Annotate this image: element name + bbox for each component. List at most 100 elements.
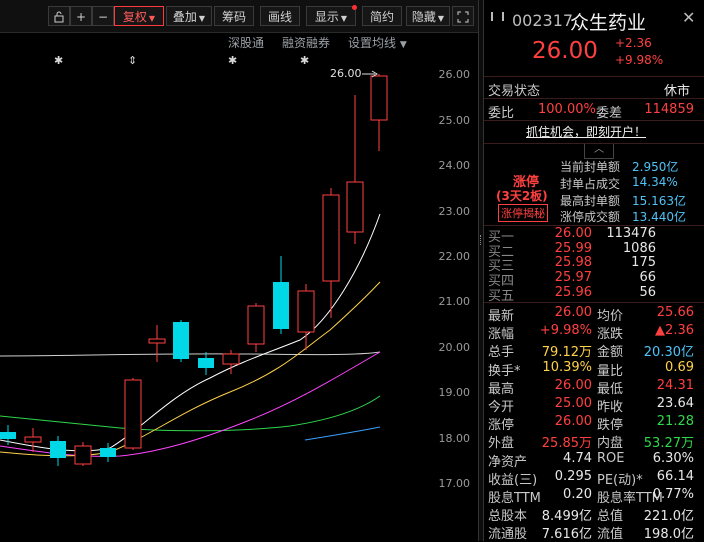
- bid-price: 26.00: [554, 226, 592, 241]
- open-account-link[interactable]: 抓住机会，即刻开户！: [526, 123, 646, 140]
- stat-value: 53.27万: [643, 436, 694, 452]
- limit-row-value: 15.163亿: [632, 194, 686, 208]
- fullscreen-icon[interactable]: [452, 6, 474, 26]
- candle: [346, 181, 364, 233]
- weibi-label: 委比: [488, 106, 515, 121]
- candle: [198, 358, 214, 368]
- stat-value: +9.98%: [539, 323, 592, 339]
- limit-row-value: 13.440亿: [632, 210, 686, 224]
- candle: [100, 448, 116, 457]
- stat-label: ROE: [597, 450, 625, 466]
- stat-label: 外盘: [488, 436, 515, 452]
- candles: [0, 74, 388, 466]
- stat-label: 均价: [597, 309, 624, 324]
- splitter-grip-icon[interactable]: [480, 235, 483, 245]
- stat-label: 最高: [488, 381, 515, 397]
- stat-label: 净资产: [488, 454, 528, 470]
- pause-icon[interactable]: [491, 12, 504, 21]
- axis-tick: 20.00: [438, 341, 471, 354]
- price-change: +2.36: [615, 36, 652, 50]
- stat-label: 换手*: [488, 363, 521, 379]
- ma-line-60: [0, 351, 381, 357]
- stat-value: 10.39%: [542, 359, 592, 375]
- limit-row-label: 最高封单额: [560, 194, 621, 208]
- ma-line-120: [304, 426, 381, 441]
- weicha-label: 委差: [596, 106, 623, 121]
- price-change-pct: +9.98%: [615, 53, 664, 67]
- candle: [173, 322, 189, 359]
- candle: [322, 194, 340, 282]
- price-axis: 26.00 25.00 24.00 23.00 22.00 21.00 20.0…: [420, 32, 478, 541]
- candle: [0, 432, 16, 439]
- stat-value: 4.74: [563, 450, 592, 466]
- candle: [24, 436, 42, 443]
- divider: [484, 302, 704, 303]
- bid-price: 25.97: [554, 270, 592, 285]
- stat-label: 涨幅: [488, 327, 515, 343]
- axis-tick: 26.00: [438, 68, 471, 81]
- axis-tick: 24.00: [438, 159, 471, 172]
- bid-volume: 113476: [606, 226, 656, 241]
- stat-label: 总手: [488, 345, 515, 361]
- stock-name: 众生药业: [570, 12, 647, 34]
- stat-value: 25.00: [554, 396, 592, 411]
- stat-value: 198.0亿: [643, 527, 694, 542]
- stat-label: 总股本: [488, 509, 528, 525]
- stat-label: 总值: [597, 509, 624, 525]
- axis-tick: 22.00: [438, 250, 471, 263]
- stat-value: 21.28: [656, 414, 694, 430]
- stat-value: 0.295: [554, 468, 592, 484]
- divider: [484, 98, 704, 99]
- stat-label: 涨跌: [597, 327, 624, 343]
- candle: [50, 441, 66, 458]
- stat-label: 最新: [488, 309, 515, 324]
- stat-value: 26.00: [554, 305, 592, 320]
- weibi-value: 100.00%: [538, 102, 596, 117]
- status-value: 休市: [664, 84, 691, 99]
- bid-volume: 175: [631, 255, 656, 270]
- limit-up-reveal-button[interactable]: 涨停揭秘: [498, 204, 548, 222]
- bid-volume: 56: [639, 285, 656, 300]
- ma-line-30: [0, 395, 381, 432]
- limit-up-days: (3天2板): [496, 189, 548, 203]
- stat-value: ▲2.36: [655, 323, 694, 339]
- status-label: 交易状态: [488, 84, 541, 99]
- limit-row-label: 当前封单额: [560, 160, 621, 174]
- stat-label: 涨停: [488, 418, 515, 434]
- bid-price: 25.98: [554, 255, 592, 270]
- bid-volume: 1086: [622, 241, 656, 256]
- divider: [484, 143, 704, 144]
- candle: [124, 379, 142, 449]
- limit-row-value: 14.34%: [632, 175, 678, 189]
- axis-tick: 19.00: [438, 386, 471, 399]
- axis-tick: 17.00: [438, 477, 471, 490]
- stat-value: 25.66: [656, 305, 694, 320]
- stat-label: 流值: [597, 527, 624, 542]
- axis-tick: 23.00: [438, 205, 471, 218]
- divider: [484, 76, 704, 77]
- stat-label: 昨收: [597, 400, 624, 415]
- candle: [370, 75, 388, 121]
- stat-value: 23.64: [656, 396, 694, 411]
- stat-value: 26.00: [554, 414, 592, 430]
- stat-value: 79.12万: [541, 345, 592, 361]
- axis-tick: 18.00: [438, 432, 471, 445]
- stat-value: 8.499亿: [541, 509, 592, 525]
- stat-label: 内盘: [597, 436, 624, 452]
- bid-price: 25.96: [554, 285, 592, 300]
- axis-tick: 21.00: [438, 295, 471, 308]
- stat-label: 今开: [488, 400, 515, 415]
- collapse-chevron-icon[interactable]: ︿: [584, 143, 614, 159]
- quote-panel: 002317 众生药业 ✕ 26.00 +2.36 +9.98% 交易状态 休市…: [484, 0, 704, 542]
- stat-label: 金额: [597, 345, 624, 361]
- candle: [297, 290, 315, 333]
- stat-value: 0.77%: [652, 487, 694, 502]
- stat-value: 26.00: [554, 377, 592, 393]
- close-icon[interactable]: ✕: [682, 8, 695, 27]
- stock-code: 002317: [512, 11, 574, 30]
- kline-chart-panel[interactable]: + − 复权 ▼ 叠加 ▼ 筹码 画线 显示 ▼ 简约 隐藏 ▼ 深股通 融资融券 设置…: [0, 0, 478, 541]
- weicha-value: 114859: [644, 102, 694, 117]
- stat-value: 7.616亿: [541, 527, 592, 542]
- stat-value: 0.69: [665, 359, 694, 375]
- stat-value: 0.20: [563, 487, 592, 502]
